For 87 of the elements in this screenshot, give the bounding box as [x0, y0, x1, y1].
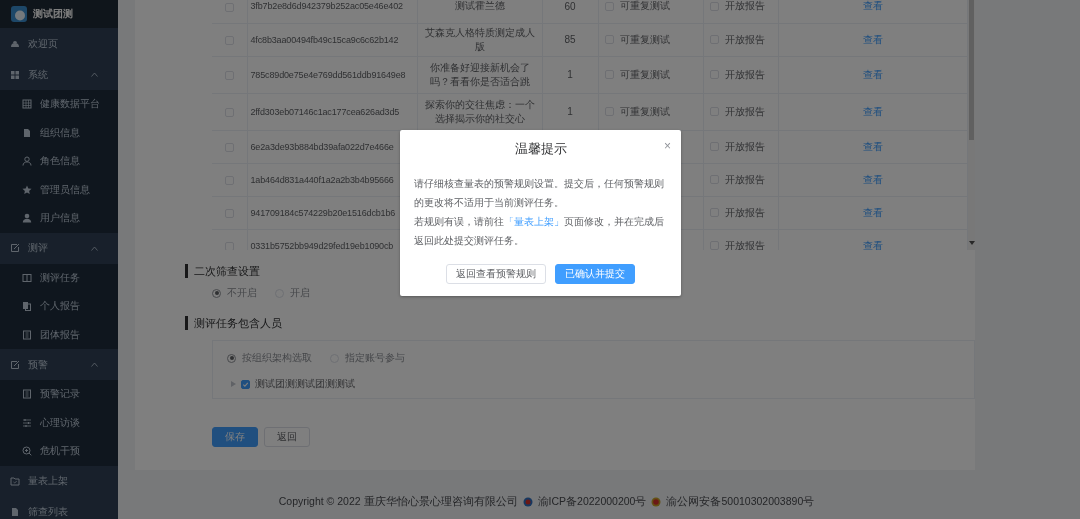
- checkbox-label: 可重复测试: [619, 68, 670, 80]
- submenu-item[interactable]: 管理员信息: [0, 175, 118, 204]
- submenu-item[interactable]: 组织信息: [0, 118, 118, 147]
- view-link[interactable]: 查看: [784, 139, 961, 154]
- view-link[interactable]: 查看: [784, 172, 961, 187]
- view-link[interactable]: 查看: [784, 104, 961, 119]
- emblem-icon: [522, 496, 533, 507]
- checkbox-label: 开放报告: [724, 0, 765, 12]
- id-text: 6e2a3de93b884bd39afa022d7e466e: [250, 141, 394, 152]
- scrollbar[interactable]: [967, 0, 975, 250]
- star-icon: [22, 184, 32, 195]
- folder-icon: [10, 476, 20, 486]
- submenu-item[interactable]: 健康数据平台: [0, 90, 118, 119]
- badge-icon: [651, 496, 662, 507]
- scale-name: 艾森克人格特质测定成人版: [424, 26, 535, 52]
- checkbox-label: 开放报告: [724, 239, 765, 250]
- save-button[interactable]: 保存: [212, 427, 258, 447]
- score-text: 85: [564, 34, 576, 45]
- submenu-item[interactable]: 团体报告: [0, 320, 118, 349]
- section-title: 测评任务包含人员: [185, 316, 975, 330]
- score-text: 60: [564, 0, 576, 12]
- confirm-button[interactable]: 已确认并提交: [555, 264, 635, 284]
- dialog-title: 温馨提示: [513, 140, 568, 158]
- submenu-item[interactable]: 预警记录: [0, 380, 118, 409]
- menu-item[interactable]: 欢迎页: [0, 28, 118, 59]
- id-text: 4fc8b3aa00494fb49c15ca9c6c62b142: [250, 34, 399, 45]
- edit-icon: [10, 243, 20, 253]
- tree-label: 测试团测测试团测测试: [255, 377, 355, 391]
- checkbox-label: 开放报告: [724, 68, 765, 80]
- documents-icon: [22, 301, 32, 312]
- id-text: 0331b5752bb949d29fed19eb1090cb: [250, 240, 394, 250]
- zoom-in-icon: [22, 446, 32, 457]
- submenu-item[interactable]: 心理访谈: [0, 408, 118, 437]
- checkbox-label: 可重复测试: [619, 105, 670, 117]
- logo-icon: [11, 6, 27, 22]
- close-button[interactable]: ×: [664, 140, 671, 152]
- back-button[interactable]: 返回: [264, 427, 310, 447]
- document-icon: [10, 507, 20, 517]
- dashboard-icon: [10, 38, 20, 49]
- logo-text: 测试团测: [33, 7, 73, 21]
- view-link[interactable]: 查看: [784, 205, 961, 220]
- submenu-item[interactable]: 角色信息: [0, 147, 118, 176]
- caret-icon: [91, 245, 98, 251]
- id-text: 1ab464d831a440f1a2a2b3b4b95666: [250, 174, 394, 185]
- view-link[interactable]: 查看: [784, 67, 961, 82]
- checkbox-label: 可重复测试: [619, 0, 670, 12]
- checkbox-label: 开放报告: [724, 33, 765, 45]
- id-text: 785c89d0e75e4e769dd561ddb91649e8: [250, 69, 406, 80]
- id-text: 941709184c574229b20e1516dcb1b6: [250, 207, 396, 218]
- id-text: 3fb7b2e8d6d942379b252ac05e46e402: [250, 1, 403, 12]
- page-link[interactable]: 「量表上架」: [504, 216, 564, 227]
- caret-icon: [91, 362, 98, 367]
- submenu-item[interactable]: 测评任务: [0, 263, 118, 292]
- scale-name: 测试霍兰德: [454, 0, 505, 12]
- dialog-message: 若规则有误，请前往「量表上架」页面修改，并在完成后返回此处提交测评任务。: [414, 215, 665, 248]
- menu-group[interactable]: 预警: [0, 349, 118, 380]
- list-icon: [22, 389, 32, 400]
- checkbox-label: 可重复测试: [619, 33, 670, 45]
- icp-link[interactable]: 渝ICP备2022000200号: [537, 494, 647, 509]
- document-icon: [22, 127, 32, 138]
- caret-icon: [91, 72, 98, 77]
- view-link[interactable]: 查看: [784, 32, 961, 47]
- copyright-text: Copyright © 2022 重庆华怡心景心理咨询有限公司: [278, 494, 518, 509]
- view-link[interactable]: 查看: [784, 0, 961, 14]
- scroll-down-icon[interactable]: [968, 241, 975, 245]
- checkbox-label: 开放报告: [724, 173, 765, 185]
- dialog-message: 请仔细核查量表的预警规则设置。提交后，任何预警规则的更改将不适用于当前测评任务。: [414, 177, 665, 210]
- score-text: 1: [567, 106, 573, 117]
- submenu-item[interactable]: 危机干预: [0, 437, 118, 466]
- table-icon: [22, 99, 32, 110]
- person-outline-icon: [22, 156, 32, 167]
- police-record-link[interactable]: 渝公网安备50010302003890号: [666, 494, 815, 509]
- edit-icon: [10, 359, 20, 370]
- book-icon: [22, 272, 32, 283]
- list-icon: [22, 329, 32, 340]
- scale-name: 你准备好迎接新机会了吗？看看你是否适合跳: [429, 61, 530, 87]
- checkbox-label: 开放报告: [724, 105, 765, 117]
- grid-icon: [10, 69, 20, 80]
- id-text: 2ffd303eb07146c1ac177cea626ad3d5: [250, 106, 400, 117]
- checkbox-label: 开放报告: [724, 140, 765, 152]
- person-icon: [22, 213, 32, 224]
- sliders-icon: [22, 417, 32, 428]
- view-link[interactable]: 查看: [784, 238, 961, 250]
- score-text: 1: [567, 69, 573, 80]
- submenu-item[interactable]: 用户信息: [0, 204, 118, 233]
- checkbox-label: 开放报告: [724, 206, 765, 218]
- back-button[interactable]: 返回查看预警规则: [446, 264, 546, 284]
